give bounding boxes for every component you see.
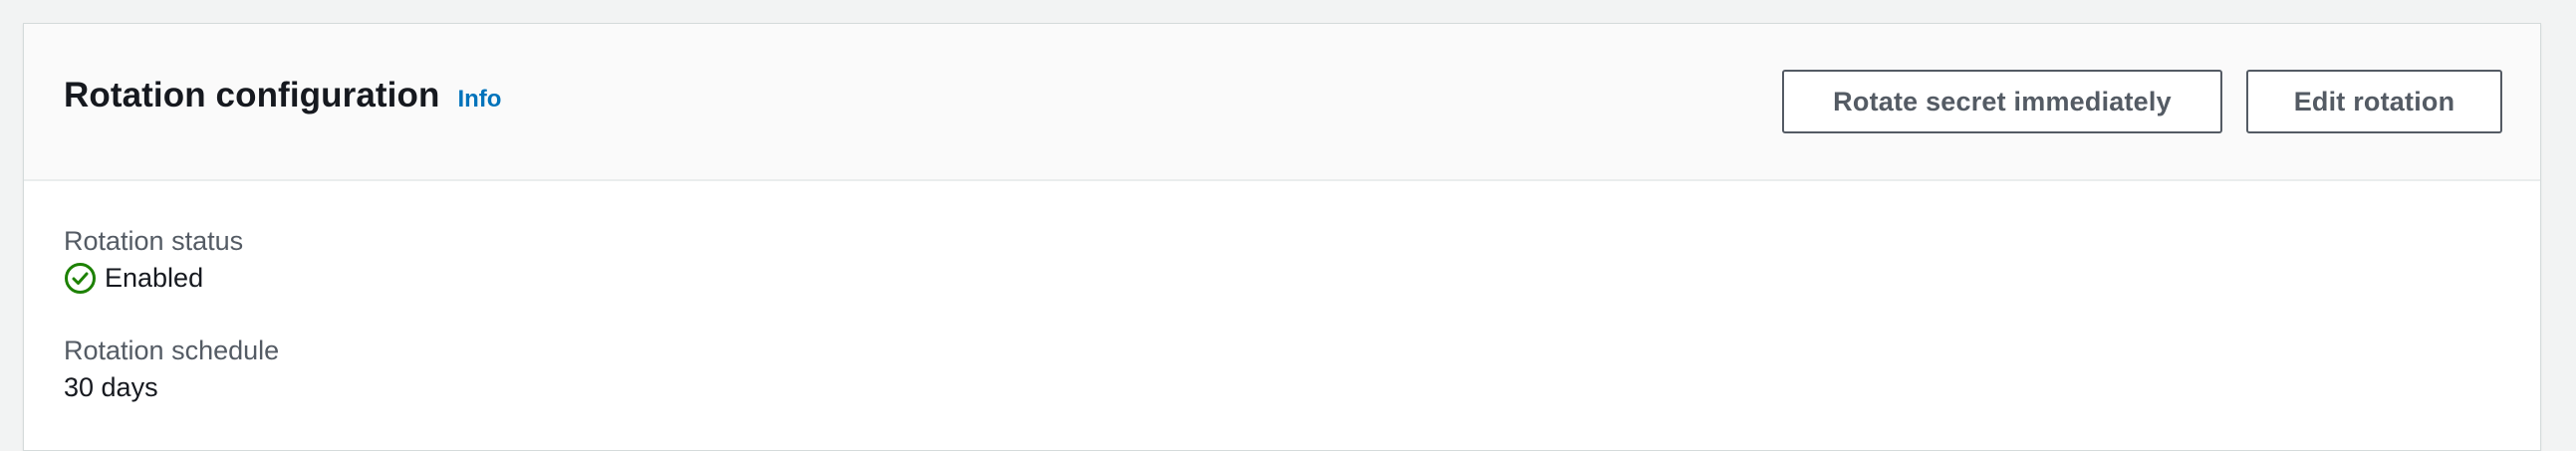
rotation-schedule-label: Rotation schedule [64, 336, 280, 365]
rotation-status-label: Rotation status [64, 226, 244, 256]
rotation-status-field: Rotation status Enabled [64, 223, 2500, 297]
rotation-status-text: Enabled [105, 263, 204, 293]
info-link[interactable]: Info [457, 86, 501, 113]
panel-title: Rotation configuration [64, 76, 440, 114]
panel-title-group: Rotation configuration Info [64, 76, 501, 115]
rotation-schedule-field: Rotation schedule 30 days [64, 333, 2500, 406]
rotate-secret-immediately-button[interactable]: Rotate secret immediately [1782, 70, 2222, 133]
rotation-schedule-value: 30 days [64, 372, 158, 402]
rotation-status-value: Enabled [64, 259, 2500, 297]
rotation-configuration-panel: Rotation configuration Info Rotate secre… [23, 23, 2541, 451]
check-circle-icon [64, 262, 97, 295]
panel-header: Rotation configuration Info Rotate secre… [24, 24, 2540, 181]
panel-body: Rotation status Enabled Rotation schedul… [24, 181, 2540, 406]
edit-rotation-button[interactable]: Edit rotation [2246, 70, 2502, 133]
header-actions: Rotate secret immediately Edit rotation [1782, 70, 2502, 133]
